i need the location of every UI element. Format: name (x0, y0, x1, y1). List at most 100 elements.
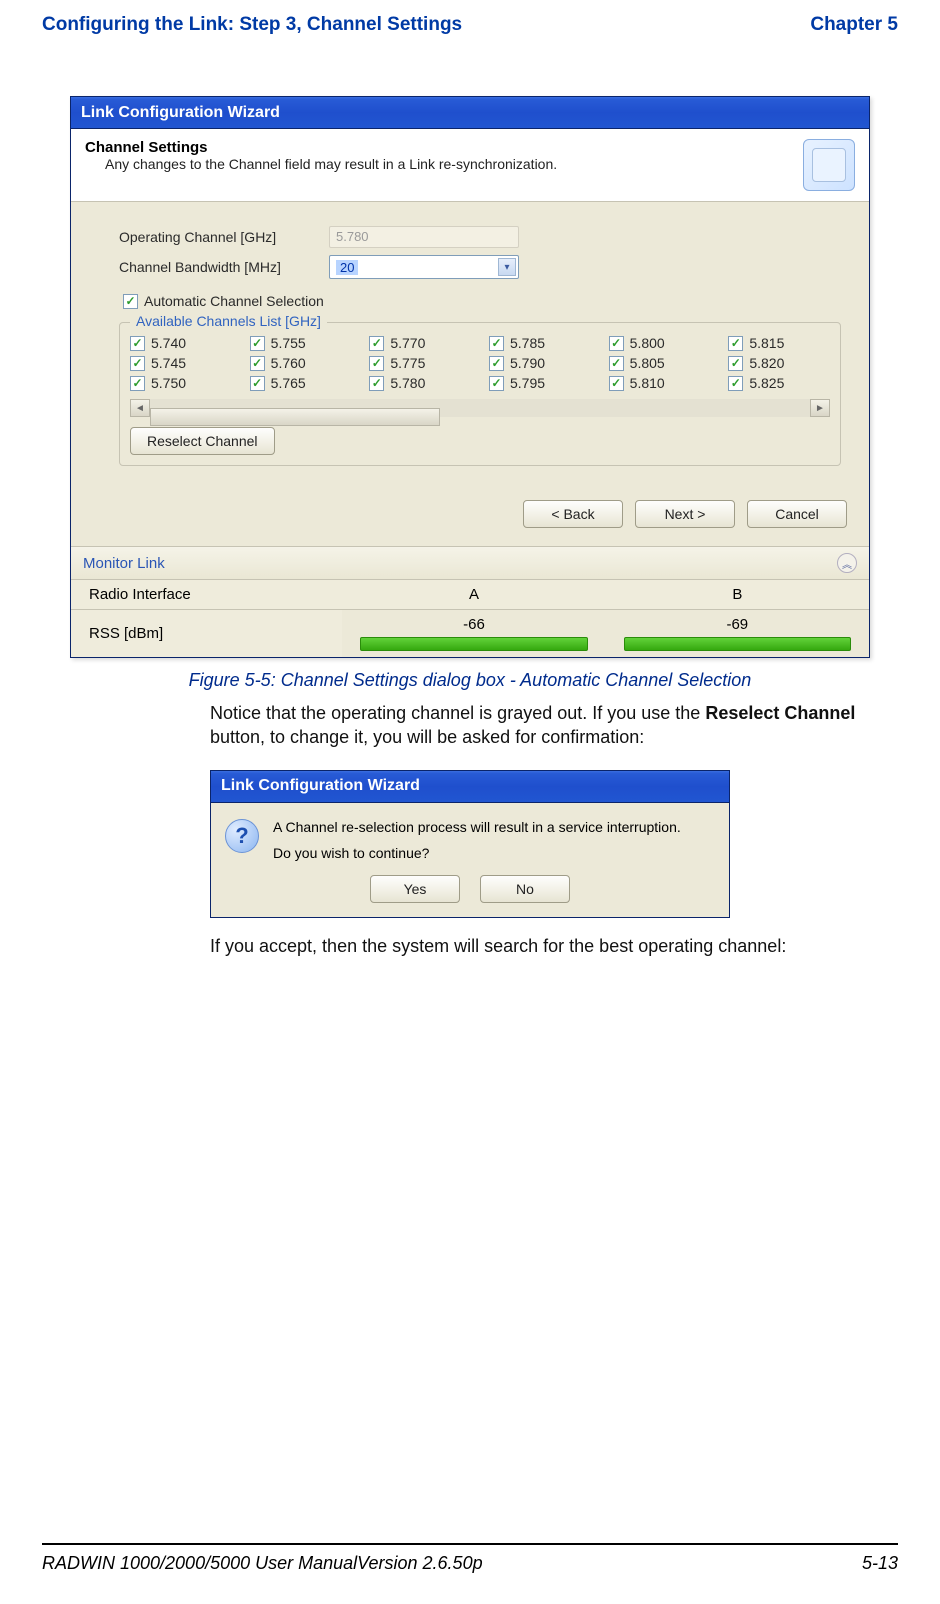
channel-item[interactable]: ✓ 5.785 (489, 335, 591, 351)
channel-item[interactable]: ✓ 5.745 (130, 355, 232, 371)
header-right: Chapter 5 (810, 14, 898, 36)
bandwidth-value: 20 (336, 260, 358, 275)
channel-item[interactable]: ✓5.790 (489, 355, 591, 371)
cancel-button[interactable]: Cancel (747, 500, 847, 528)
channel-checkbox[interactable]: ✓ (609, 356, 624, 371)
channel-checkbox[interactable]: ✓ (369, 356, 384, 371)
channel-item[interactable]: ✓ 5.750 (130, 375, 232, 391)
channel-item[interactable]: ✓ 5.825 (728, 375, 830, 391)
bandwidth-label: Channel Bandwidth [MHz] (119, 259, 329, 275)
channel-item[interactable]: ✓ 5.805 (609, 355, 711, 371)
window-titlebar[interactable]: Link Configuration Wizard (71, 97, 869, 129)
channel-label: 5.800 (630, 335, 665, 351)
chevron-down-icon[interactable]: ▾ (498, 258, 516, 276)
channel-item[interactable]: ✓ 5.765 (250, 375, 352, 391)
rss-b-bar (624, 637, 851, 651)
channel-label: 5.825 (749, 375, 784, 391)
footer-left: RADWIN 1000/2000/5000 User ManualVersion… (42, 1553, 483, 1574)
channel-checkbox[interactable]: ✓ (250, 336, 265, 351)
monitor-link-header[interactable]: Monitor Link ︽ (71, 546, 869, 579)
channel-checkbox[interactable]: ✓ (609, 336, 624, 351)
channel-checkbox[interactable]: ✓ (130, 356, 145, 371)
para1-part-c: button, to change it, you will be asked … (210, 727, 644, 747)
channel-checkbox[interactable]: ✓ (489, 336, 504, 351)
col-b-header: B (606, 580, 869, 610)
channel-checkbox[interactable]: ✓ (728, 336, 743, 351)
monitor-icon (803, 139, 855, 191)
monitor-link-title: Monitor Link (83, 555, 165, 572)
channel-label: 5.815 (749, 335, 784, 351)
header-left: Configuring the Link: Step 3, Channel Se… (42, 14, 462, 36)
col-a-header: A (342, 580, 605, 610)
link-config-window: Link Configuration Wizard Channel Settin… (70, 96, 870, 658)
page-footer: RADWIN 1000/2000/5000 User ManualVersion… (42, 1543, 898, 1574)
available-channels-fieldset: Available Channels List [GHz] ✓5.740✓5.7… (119, 322, 841, 466)
bandwidth-select[interactable]: 20 ▾ (329, 255, 519, 279)
paragraph-2: If you accept, then the system will sear… (210, 934, 890, 958)
channel-item[interactable]: ✓5.755 (250, 335, 352, 351)
channel-checkbox[interactable]: ✓ (489, 356, 504, 371)
figure-caption: Figure 5-5: Channel Settings dialog box … (50, 670, 890, 691)
panel-title: Channel Settings (85, 139, 803, 156)
radio-interface-label: Radio Interface (71, 580, 342, 610)
channel-item[interactable]: ✓5.760 (250, 355, 352, 371)
scroll-left-icon[interactable]: ◄ (130, 399, 150, 417)
scroll-thumb[interactable] (150, 408, 440, 426)
channel-checkbox[interactable]: ✓ (250, 356, 265, 371)
reselect-channel-button[interactable]: Reselect Channel (130, 427, 275, 455)
yes-button[interactable]: Yes (370, 875, 460, 903)
channel-checkbox[interactable]: ✓ (130, 336, 145, 351)
channel-label: 5.780 (390, 375, 425, 391)
dialog-title: Link Configuration Wizard (221, 777, 420, 795)
channel-item[interactable]: ✓ 5.820 (728, 355, 830, 371)
channel-item[interactable]: ✓ 5.800 (609, 335, 711, 351)
auto-channel-label: Automatic Channel Selection (144, 293, 324, 309)
rss-a-bar (360, 637, 587, 651)
rss-a-value: -66 (463, 616, 485, 633)
operating-channel-value: 5.780 (329, 226, 519, 248)
auto-channel-checkbox[interactable]: ✓ (123, 294, 138, 309)
channel-label: 5.745 (151, 355, 186, 371)
para1-bold: Reselect Channel (705, 703, 855, 723)
no-button[interactable]: No (480, 875, 570, 903)
scroll-right-icon[interactable]: ► (810, 399, 830, 417)
footer-right: 5-13 (862, 1553, 898, 1574)
channel-checkbox[interactable]: ✓ (250, 376, 265, 391)
channel-item[interactable]: ✓5.810 (609, 375, 711, 391)
dialog-line1: A Channel re-selection process will resu… (273, 819, 681, 835)
channel-checkbox[interactable]: ✓ (369, 376, 384, 391)
channel-checkbox[interactable]: ✓ (728, 376, 743, 391)
channel-checkbox[interactable]: ✓ (130, 376, 145, 391)
collapse-icon[interactable]: ︽ (837, 553, 857, 573)
panel-subtitle: Any changes to the Channel field may res… (85, 156, 803, 172)
channel-label: 5.820 (749, 355, 784, 371)
channel-checkbox[interactable]: ✓ (489, 376, 504, 391)
monitor-table: Radio Interface A B RSS [dBm] -66 -69 (71, 579, 869, 657)
channel-checkbox[interactable]: ✓ (369, 336, 384, 351)
next-button[interactable]: Next > (635, 500, 735, 528)
rss-label: RSS [dBm] (71, 610, 342, 658)
channels-scrollbar[interactable]: ◄ ► (130, 399, 830, 417)
channel-label: 5.765 (271, 375, 306, 391)
channel-label: 5.750 (151, 375, 186, 391)
dialog-titlebar[interactable]: Link Configuration Wizard (211, 771, 729, 803)
channel-item[interactable]: ✓5.775 (369, 355, 471, 371)
channel-label: 5.785 (510, 335, 545, 351)
channel-checkbox[interactable]: ✓ (728, 356, 743, 371)
back-button[interactable]: < Back (523, 500, 623, 528)
page-header: Configuring the Link: Step 3, Channel Se… (0, 0, 940, 46)
channel-label: 5.770 (390, 335, 425, 351)
dialog-line2: Do you wish to continue? (273, 845, 681, 861)
channel-checkbox[interactable]: ✓ (609, 376, 624, 391)
para1-part-a: Notice that the operating channel is gra… (210, 703, 705, 723)
channel-item[interactable]: ✓ 5.780 (369, 375, 471, 391)
rss-b-value: -69 (726, 616, 748, 633)
channel-item[interactable]: ✓ 5.795 (489, 375, 591, 391)
channel-item[interactable]: ✓ 5.770 (369, 335, 471, 351)
channel-label: 5.740 (151, 335, 186, 351)
channel-item[interactable]: ✓ 5.815 (728, 335, 830, 351)
channel-label: 5.795 (510, 375, 545, 391)
channel-item[interactable]: ✓ 5.740 (130, 335, 232, 351)
channel-label: 5.805 (630, 355, 665, 371)
question-icon: ? (225, 819, 259, 853)
